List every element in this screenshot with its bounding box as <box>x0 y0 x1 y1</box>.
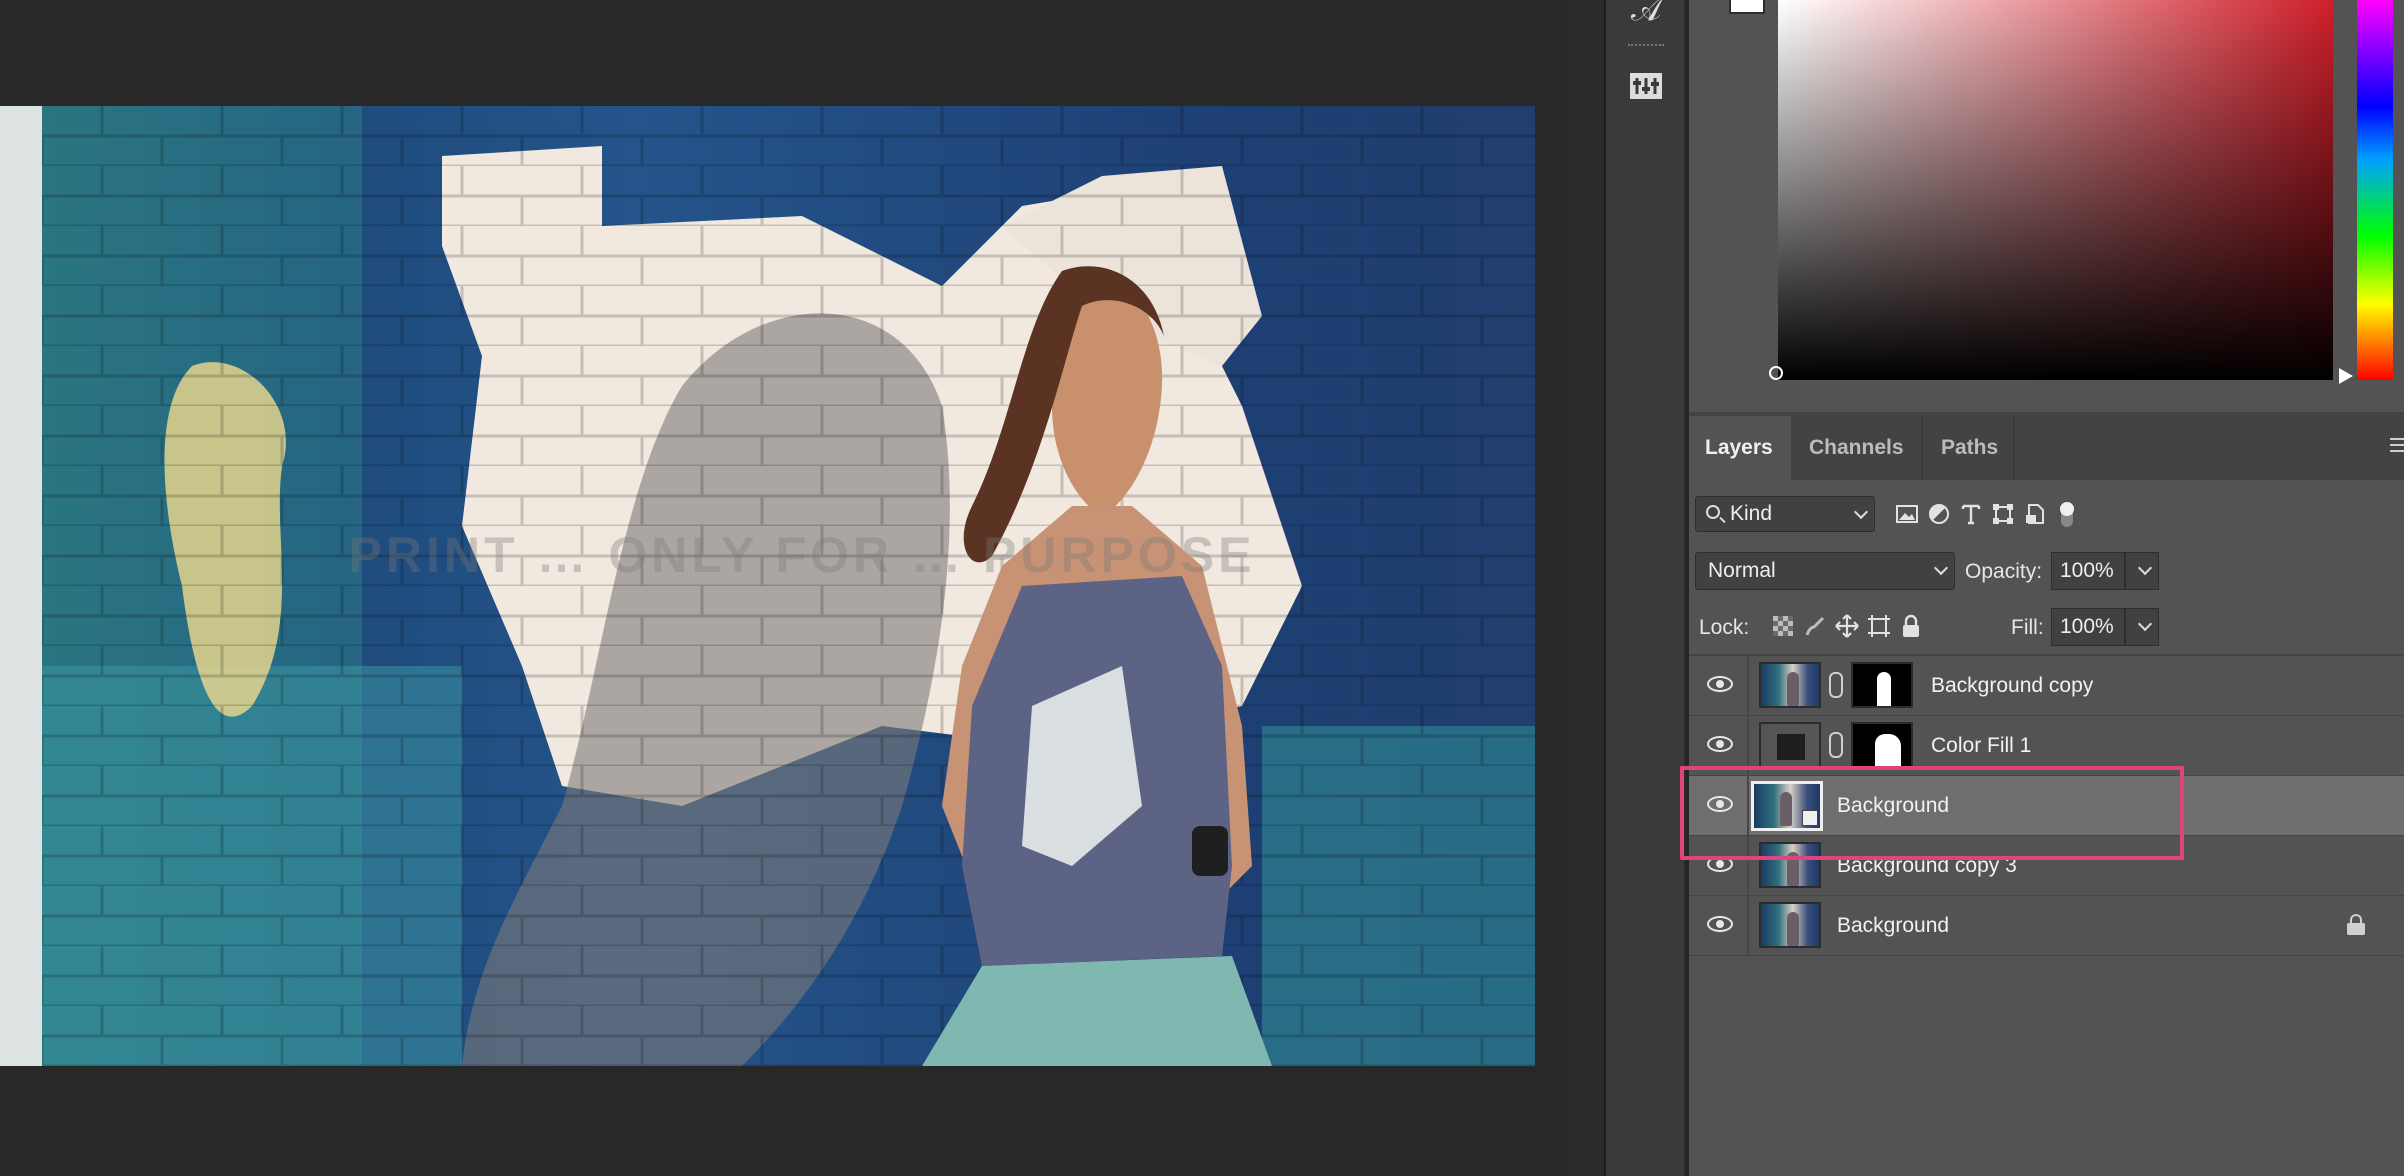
image-filter-icon[interactable] <box>1893 500 1921 528</box>
lock-image-pixels-icon[interactable] <box>1801 612 1829 640</box>
smart-object-filter-icon[interactable] <box>2021 500 2049 528</box>
layer-row-color-fill-1[interactable]: Color Fill 1 <box>1689 716 2404 776</box>
color-picker-panel <box>1689 0 2404 412</box>
blend-mode-value: Normal <box>1708 559 1776 582</box>
hue-slider-handle[interactable] <box>2339 368 2353 384</box>
visibility-eye-icon[interactable] <box>1707 676 1733 692</box>
layer-mask-thumbnail[interactable] <box>1851 722 1913 768</box>
hue-slider[interactable] <box>2357 0 2393 380</box>
adjustments-icon[interactable] <box>1624 64 1668 108</box>
saturation-brightness-field[interactable] <box>1778 0 2333 380</box>
document-image[interactable]: PRINT … ONLY FOR … PURPOSE <box>42 106 1535 1066</box>
lock-label: Lock: <box>1699 616 1750 639</box>
layer-name[interactable]: Background <box>1837 794 1949 818</box>
visibility-eye-icon[interactable] <box>1707 736 1733 752</box>
filter-kind-label: Kind <box>1730 502 1773 525</box>
layer-lock-icon[interactable] <box>2347 914 2365 935</box>
lock-transparent-pixels-icon[interactable] <box>1769 612 1797 640</box>
fill-input[interactable]: 100% <box>2051 608 2125 646</box>
adjacent-canvas-strip <box>0 106 42 1066</box>
layer-row-background-copy-3[interactable]: Background copy 3 <box>1689 836 2404 896</box>
strip-grip[interactable] <box>1628 44 1664 48</box>
layer-row-background-smart-object[interactable]: Background <box>1689 776 2404 836</box>
layer-thumbnail[interactable] <box>1759 902 1821 948</box>
chevron-down-icon <box>1933 560 1949 576</box>
opacity-input[interactable]: 100% <box>2051 552 2125 590</box>
filter-kind-select[interactable]: Kind <box>1695 496 1875 532</box>
chevron-down-icon <box>2137 560 2153 576</box>
tab-layers[interactable]: Layers <box>1689 416 1791 480</box>
eye-column-divider <box>1747 716 1749 776</box>
layer-thumbnail[interactable] <box>1759 842 1821 888</box>
color-fill-thumbnail[interactable] <box>1759 722 1821 768</box>
smart-object-badge-icon <box>1802 810 1818 826</box>
adjustment-filter-icon[interactable] <box>1925 500 1953 528</box>
photo-illustration <box>42 106 1535 1066</box>
document-canvas-area[interactable]: PRINT … ONLY FOR … PURPOSE <box>0 0 1568 1176</box>
shape-filter-icon[interactable] <box>1989 500 2017 528</box>
right-panel-dock: Layers Channels Paths Kind Normal Opacit… <box>1689 0 2404 1176</box>
visibility-eye-icon[interactable] <box>1707 796 1733 812</box>
tab-channels[interactable]: Channels <box>1793 416 1923 480</box>
eye-column-divider <box>1747 896 1749 956</box>
link-chain-icon[interactable] <box>1829 732 1843 758</box>
eye-column-divider <box>1747 656 1749 716</box>
fill-label: Fill: <box>2011 616 2044 639</box>
layer-name[interactable]: Background copy <box>1931 674 2093 698</box>
layers-panel: Layers Channels Paths Kind Normal Opacit… <box>1689 412 2404 1176</box>
eye-column-divider <box>1747 836 1749 896</box>
layer-row-background-copy[interactable]: Background copy <box>1689 656 2404 716</box>
layer-mask-thumbnail[interactable] <box>1851 662 1913 708</box>
smart-object-thumbnail[interactable] <box>1751 781 1823 831</box>
layers-panel-tabs: Layers Channels Paths <box>1689 416 2404 480</box>
lock-position-icon[interactable] <box>1833 612 1861 640</box>
layer-row-background-locked[interactable]: Background <box>1689 896 2404 956</box>
chevron-down-icon <box>2137 616 2153 632</box>
foreground-color-swatch[interactable] <box>1729 0 1765 14</box>
eye-column-divider <box>1747 776 1749 836</box>
panel-dock-gutter <box>1568 0 1606 1176</box>
color-field-cursor[interactable] <box>1769 366 1783 380</box>
lock-all-icon[interactable] <box>1897 612 1925 640</box>
lock-artboard-icon[interactable] <box>1865 612 1893 640</box>
chevron-down-icon <box>1853 504 1869 520</box>
blend-mode-select[interactable]: Normal <box>1695 552 1955 590</box>
filter-toggle-icon[interactable] <box>2053 500 2081 528</box>
type-filter-icon[interactable] <box>1957 500 1985 528</box>
panel-menu-icon[interactable] <box>2390 438 2404 456</box>
character-icon[interactable]: 𝒜 <box>1624 0 1668 32</box>
search-icon <box>1706 505 1720 519</box>
fill-dropdown-button[interactable] <box>2125 608 2159 646</box>
tab-paths[interactable]: Paths <box>1925 416 2015 480</box>
collapsed-panel-strip: 𝒜 <box>1606 0 1686 1176</box>
layer-name[interactable]: Background copy 3 <box>1837 854 2017 878</box>
opacity-dropdown-button[interactable] <box>2125 552 2159 590</box>
link-chain-icon[interactable] <box>1829 672 1843 698</box>
layer-name[interactable]: Background <box>1837 914 1949 938</box>
layer-name[interactable]: Color Fill 1 <box>1931 734 2031 758</box>
visibility-eye-icon[interactable] <box>1707 856 1733 872</box>
adjustments-glyph <box>1630 73 1662 99</box>
visibility-eye-icon[interactable] <box>1707 916 1733 932</box>
opacity-label: Opacity: <box>1965 560 2043 583</box>
layer-thumbnail[interactable] <box>1759 662 1821 708</box>
